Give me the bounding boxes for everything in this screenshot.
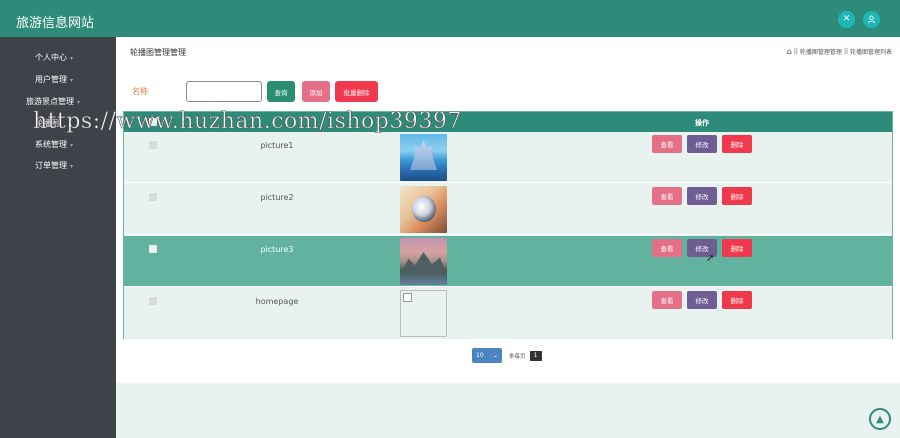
carousel-image xyxy=(400,186,447,233)
search-button[interactable]: 查询 xyxy=(267,81,295,102)
sidebar-item-personal-center[interactable]: 个人中心 ▾ xyxy=(35,52,73,63)
row-checkbox[interactable] xyxy=(149,297,157,305)
page-number-button[interactable]: 1 xyxy=(529,350,542,361)
row-checkbox[interactable] xyxy=(149,141,157,149)
view-button[interactable]: 查看 xyxy=(652,291,682,309)
table-row: picture2 查看 修改 删除 xyxy=(124,184,892,235)
carousel-table: 操作 picture1 查看 修改 删除 picture2 查看 修改 删除 p… xyxy=(123,111,893,339)
row-name: picture2 xyxy=(260,193,294,202)
chevron-down-icon: ▾ xyxy=(70,77,74,84)
batch-delete-button[interactable]: 批量删除 xyxy=(335,81,378,102)
view-button[interactable]: 查看 xyxy=(652,187,682,205)
broken-image-frame xyxy=(403,293,412,302)
search-label: 名称 xyxy=(132,87,148,96)
user-glyph-icon xyxy=(867,15,876,24)
delete-button[interactable]: 删除 xyxy=(722,239,752,257)
user-icon[interactable] xyxy=(863,11,880,28)
broken-image-icon xyxy=(400,290,447,337)
delete-button[interactable]: 删除 xyxy=(722,135,752,153)
decoration-picture xyxy=(412,196,436,222)
chevron-down-icon: ▾ xyxy=(70,142,74,149)
carousel-image xyxy=(400,238,447,285)
tools-icon[interactable]: ✕ xyxy=(838,11,855,28)
home-icon[interactable]: ⌂ xyxy=(787,47,792,56)
table-row: picture1 查看 修改 删除 xyxy=(124,132,892,183)
delete-button[interactable]: 删除 xyxy=(722,187,752,205)
page-size-label: 条每页 xyxy=(509,353,526,360)
top-bar: 旅游信息网站 ✕ xyxy=(0,0,900,37)
row-checkbox[interactable] xyxy=(149,245,157,253)
breadcrumb-separator: || xyxy=(843,48,848,55)
breadcrumb: ⌂ || 轮播图管理管理 || 轮播图管理列表 xyxy=(787,47,892,56)
chevron-down-icon: ▾ xyxy=(70,163,74,170)
column-header-ops: 操作 xyxy=(695,119,709,127)
table-row: homepage 查看 修改 删除 xyxy=(124,288,892,339)
page-size-select[interactable]: 10 ⌄ xyxy=(472,348,502,363)
page-title: 轮播图管理管理 xyxy=(130,48,186,57)
mountain-picture xyxy=(400,252,447,274)
chevron-down-icon: ⌄ xyxy=(492,352,498,359)
edit-button[interactable]: 修改 xyxy=(687,135,717,153)
table-row: picture3 查看 修改 删除 xyxy=(124,236,892,287)
sidebar-item-order-management[interactable]: 订单管理 ▾ xyxy=(35,160,73,171)
sidebar-item-scenic-management[interactable]: 旅游景点管理 ▾ xyxy=(26,96,80,107)
pagination: 10 ⌄ 条每页 1 xyxy=(472,348,542,363)
delete-button[interactable]: 删除 xyxy=(722,291,752,309)
row-name: picture1 xyxy=(260,141,294,150)
watermark-text: https://www.huzhan.com/ishop39397 xyxy=(33,109,462,135)
chevron-down-icon: ▾ xyxy=(70,55,74,62)
main-content: 轮播图管理管理 ⌂ || 轮播图管理管理 || 轮播图管理列表 名称 查询 添加… xyxy=(116,37,900,383)
view-button[interactable]: 查看 xyxy=(652,135,682,153)
view-button[interactable]: 查看 xyxy=(652,239,682,257)
breadcrumb-item: 轮播图管理列表 xyxy=(849,49,892,56)
carousel-image xyxy=(400,134,447,181)
castle-picture xyxy=(410,140,437,170)
row-name: homepage xyxy=(255,297,299,306)
add-button[interactable]: 添加 xyxy=(302,81,330,102)
breadcrumb-separator: || xyxy=(793,48,798,55)
edit-button[interactable]: 修改 xyxy=(687,291,717,309)
name-search-input[interactable] xyxy=(186,81,262,102)
mouse-cursor-icon: ➚ xyxy=(706,253,715,264)
chevron-down-icon: ▾ xyxy=(77,99,81,106)
app-title: 旅游信息网站 xyxy=(16,16,95,31)
row-checkbox[interactable] xyxy=(149,193,157,201)
breadcrumb-item[interactable]: 轮播图管理管理 xyxy=(800,47,842,56)
page-size-value: 10 xyxy=(476,352,484,359)
back-to-top-icon[interactable]: ▲ xyxy=(869,408,891,430)
edit-button[interactable]: 修改 xyxy=(687,187,717,205)
sidebar-item-system-management[interactable]: 系统管理 ▾ xyxy=(35,139,73,150)
sidebar: 个人中心 ▾ 用户管理 ▾ 旅游景点管理 ▾ 轮播图 系统管理 ▾ 订单管理 ▾ xyxy=(0,37,116,438)
sidebar-item-user-management[interactable]: 用户管理 ▾ xyxy=(35,74,73,85)
row-name: picture3 xyxy=(260,245,294,254)
